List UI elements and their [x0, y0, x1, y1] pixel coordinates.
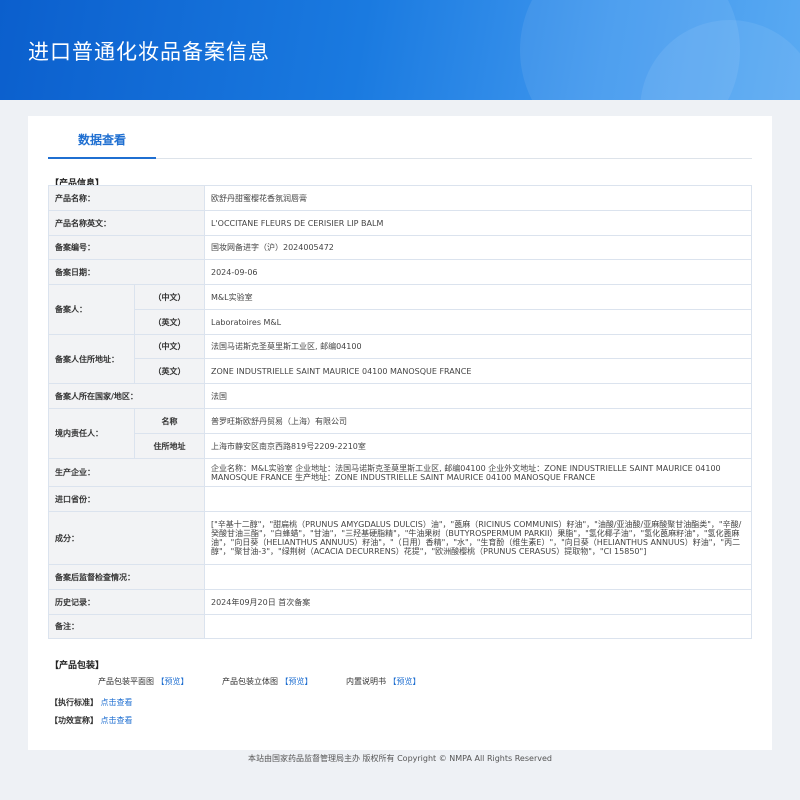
address-en-value: ZONE INDUSTRIELLE SAINT MAURICE 04100 MA…	[204, 358, 752, 384]
table-row: 备案人所在国家/地区： 法国	[48, 383, 752, 409]
table-row: （英文） ZONE INDUSTRIELLE SAINT MAURICE 041…	[49, 358, 752, 384]
history-value: 2024年09月20日 首次备案	[204, 589, 752, 615]
footer-copyright: 本站由国家药品监督管理局主办 版权所有 Copyright © NMPA All…	[248, 754, 552, 763]
table-row: 备案人： （中文） M&L实验室	[48, 284, 752, 335]
manual-preview-link[interactable]: 【预览】	[389, 677, 421, 686]
efficacy-section-title: 【功效宣称】	[50, 716, 98, 725]
packaging-flat-preview-link[interactable]: 【预览】	[157, 677, 189, 686]
import-province-label: 进口省份：	[48, 486, 205, 512]
table-row: 备案后监督检查情况：	[48, 564, 752, 590]
ingredients-label: 成分：	[48, 511, 205, 565]
table-row: 产品名称： 欧舒丹甜蜜樱花香氛润唇膏	[48, 185, 752, 211]
packaging-section-title: 【产品包装】	[50, 661, 105, 671]
manual-item: 内置说明书 【预览】	[346, 676, 421, 687]
registrant-cn-value: M&L实验室	[204, 284, 752, 310]
packaging-solid-item: 产品包装立体图 【预览】	[222, 676, 313, 687]
domestic-responsible-label: 境内责任人：	[48, 408, 135, 459]
record-no-label: 备案编号：	[48, 235, 205, 260]
packaging-solid-label: 产品包装立体图	[222, 677, 278, 686]
table-row: 备案编号： 国妆网备进字（沪）2024005472	[48, 235, 752, 260]
manual-label: 内置说明书	[346, 677, 386, 686]
registrant-label: 备案人：	[48, 284, 135, 335]
post-check-label: 备案后监督检查情况：	[48, 564, 205, 590]
domestic-addr-label: 住所地址	[134, 433, 205, 459]
domestic-name-value: 普罗旺斯欧舒丹贸易（上海）有限公司	[204, 408, 752, 434]
record-date-value: 2024-09-06	[204, 259, 752, 285]
tab-bar: 数据查看	[48, 116, 752, 159]
product-name-label: 产品名称：	[48, 185, 205, 211]
registrant-en-label: （英文）	[134, 309, 205, 335]
product-name-value: 欧舒丹甜蜜樱花香氛润唇膏	[204, 185, 752, 211]
efficacy-view-link[interactable]: 点击查看	[101, 716, 133, 725]
content-card: 数据查看 【产品信息】 产品名称： 欧舒丹甜蜜樱花香氛润唇膏 产品名称英文： L…	[28, 116, 772, 750]
address-cn-value: 法国马诺斯克圣莫里斯工业区, 邮编04100	[204, 334, 752, 359]
address-cn-label: （中文）	[134, 334, 205, 359]
standard-view-link[interactable]: 点击查看	[101, 698, 133, 707]
table-row: 境内责任人： 名称 普罗旺斯欧舒丹贸易（上海）有限公司	[48, 408, 752, 459]
manufacturer-value: 企业名称：M&L实验室 企业地址：法国马诺斯克圣莫里斯工业区, 邮编04100 …	[204, 458, 752, 487]
record-no-value: 国妆网备进字（沪）2024005472	[204, 235, 752, 260]
country-label: 备案人所在国家/地区：	[48, 383, 205, 409]
table-row: 进口省份：	[48, 486, 752, 512]
table-row: 住所地址 上海市静安区南京西路819号2209-2210室	[49, 433, 752, 459]
table-row: 成分： ["辛基十二醇"，"甜扁桃（PRUNUS AMYGDALUS DULCI…	[48, 511, 752, 565]
header-banner: 进口普通化妆品备案信息	[0, 0, 800, 100]
table-row: 备注：	[48, 614, 752, 639]
table-row: 备案人住所地址： （中文） 法国马诺斯克圣莫里斯工业区, 邮编04100	[48, 334, 752, 384]
address-label: 备案人住所地址：	[48, 334, 135, 384]
table-row: 历史记录： 2024年09月20日 首次备案	[48, 589, 752, 615]
domestic-addr-value: 上海市静安区南京西路819号2209-2210室	[204, 433, 752, 459]
country-value: 法国	[204, 383, 752, 409]
product-info-table: 产品名称： 欧舒丹甜蜜樱花香氛润唇膏 产品名称英文： L'OCCITANE FL…	[48, 185, 752, 639]
page-title: 进口普通化妆品备案信息	[28, 40, 270, 64]
address-en-label: （英文）	[134, 358, 205, 384]
import-province-value	[204, 486, 752, 512]
efficacy-row: 【功效宣称】 点击查看	[50, 715, 133, 726]
product-name-en-value: L'OCCITANE FLEURS DE CERISIER LIP BALM	[204, 210, 752, 236]
manufacturer-label: 生产企业：	[48, 458, 205, 487]
standard-section-title: 【执行标准】	[50, 698, 98, 707]
packaging-solid-preview-link[interactable]: 【预览】	[281, 677, 313, 686]
packaging-flat-label: 产品包装平面图	[98, 677, 154, 686]
packaging-flat-item: 产品包装平面图 【预览】	[98, 676, 189, 687]
standard-row: 【执行标准】 点击查看	[50, 697, 133, 708]
table-row: 产品名称英文： L'OCCITANE FLEURS DE CERISIER LI…	[48, 210, 752, 236]
table-row: （英文） Laboratoires M&L	[49, 309, 752, 335]
tab-data-view[interactable]: 数据查看	[48, 116, 156, 159]
remark-label: 备注：	[48, 614, 205, 639]
table-row: 备案日期： 2024-09-06	[48, 259, 752, 285]
remark-value	[204, 614, 752, 639]
ingredients-value: ["辛基十二醇"，"甜扁桃（PRUNUS AMYGDALUS DULCIS）油"…	[204, 511, 752, 565]
record-date-label: 备案日期：	[48, 259, 205, 285]
history-label: 历史记录：	[48, 589, 205, 615]
domestic-name-label: 名称	[134, 408, 205, 434]
registrant-en-value: Laboratoires M&L	[204, 309, 752, 335]
table-row: 生产企业： 企业名称：M&L实验室 企业地址：法国马诺斯克圣莫里斯工业区, 邮编…	[48, 458, 752, 487]
post-check-value	[204, 564, 752, 590]
registrant-cn-label: （中文）	[134, 284, 205, 310]
product-name-en-label: 产品名称英文：	[48, 210, 205, 236]
